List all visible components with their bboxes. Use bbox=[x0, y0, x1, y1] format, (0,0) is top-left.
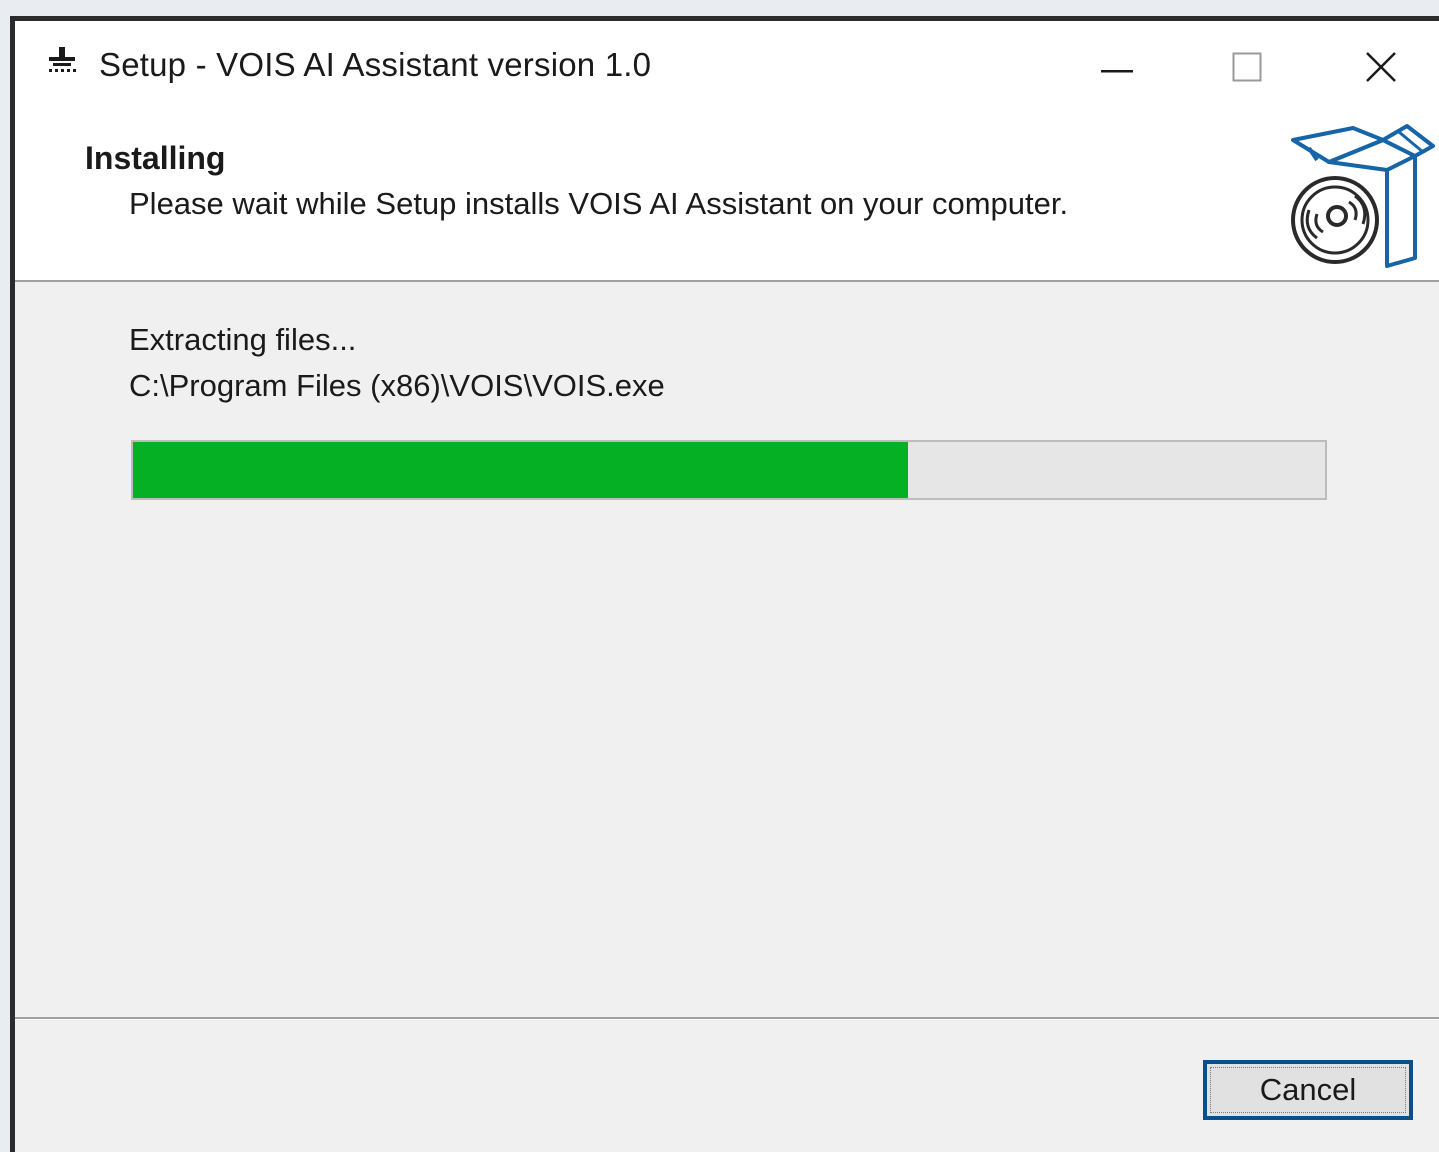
setup-installer-icon bbox=[45, 45, 79, 79]
progress-bar-fill bbox=[133, 442, 908, 498]
maximize-button[interactable] bbox=[1197, 29, 1297, 109]
status-text: Extracting files... bbox=[129, 322, 357, 357]
wizard-footer: Cancel bbox=[15, 1020, 1439, 1152]
current-file-path: C:\Program Files (x86)\VOIS\VOIS.exe bbox=[129, 368, 665, 403]
close-icon bbox=[1365, 51, 1397, 88]
maximize-icon bbox=[1232, 52, 1262, 87]
setup-window: Setup - VOIS AI Assistant version 1.0 In… bbox=[10, 16, 1439, 1152]
page-title: Installing bbox=[85, 140, 226, 176]
wizard-header: Installing Please wait while Setup insta… bbox=[15, 114, 1439, 282]
minimize-icon bbox=[1101, 60, 1133, 78]
wizard-content: Extracting files... C:\Program Files (x8… bbox=[15, 282, 1439, 1017]
window-title: Setup - VOIS AI Assistant version 1.0 bbox=[99, 46, 652, 83]
install-progress-bar bbox=[131, 440, 1327, 500]
page-subtitle: Please wait while Setup installs VOIS AI… bbox=[129, 186, 1069, 221]
software-box-disc-icon bbox=[1283, 122, 1435, 270]
title-bar[interactable]: Setup - VOIS AI Assistant version 1.0 bbox=[15, 21, 1439, 114]
close-button[interactable] bbox=[1331, 29, 1431, 109]
cancel-button[interactable]: Cancel bbox=[1203, 1060, 1413, 1120]
minimize-button[interactable] bbox=[1067, 29, 1167, 109]
